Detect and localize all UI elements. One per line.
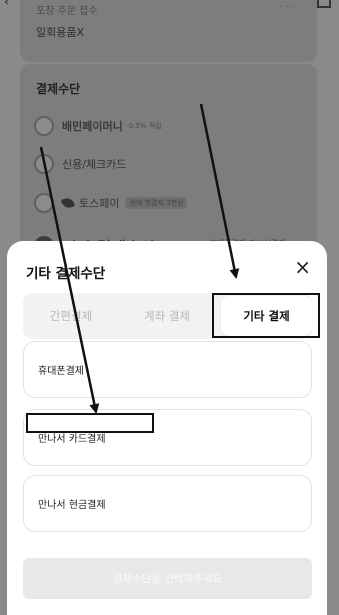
arrow-to-meet-card (39, 146, 100, 414)
annotation-arrows (39, 103, 240, 414)
arrow-to-other-tab (199, 103, 240, 279)
